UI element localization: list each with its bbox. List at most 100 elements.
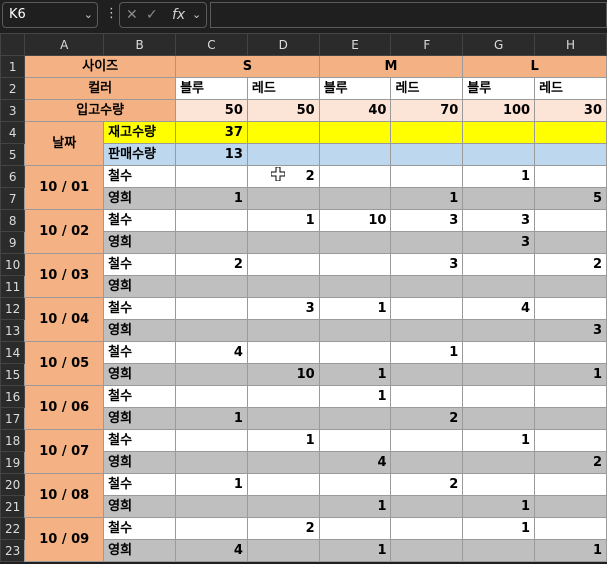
stock-in-cell[interactable]: 40 <box>318 99 392 122</box>
inventory-cell[interactable] <box>462 121 536 144</box>
value-cell[interactable] <box>462 363 536 386</box>
value-cell[interactable] <box>390 165 464 188</box>
value-cell[interactable] <box>534 165 607 188</box>
value-cell[interactable] <box>390 429 464 452</box>
color-cell[interactable]: 레드 <box>534 77 607 100</box>
row-header[interactable]: 11 <box>0 275 26 298</box>
row-header[interactable]: 7 <box>0 187 26 210</box>
value-cell[interactable]: 5 <box>534 187 607 210</box>
row-header[interactable]: 22 <box>0 517 26 540</box>
person-cell[interactable]: 영희 <box>103 407 177 430</box>
value-cell[interactable] <box>390 495 464 518</box>
row-header[interactable]: 6 <box>0 165 26 188</box>
value-cell[interactable] <box>175 275 248 298</box>
value-cell[interactable]: 2 <box>534 451 607 474</box>
value-cell[interactable] <box>462 539 536 562</box>
value-cell[interactable] <box>534 209 607 232</box>
sales-value-cell[interactable]: 13 <box>175 143 248 166</box>
value-cell[interactable] <box>462 319 536 342</box>
row-header[interactable]: 2 <box>0 77 26 100</box>
value-cell[interactable] <box>175 297 248 320</box>
size-label-cell[interactable]: 사이즈 <box>24 55 177 78</box>
value-cell[interactable]: 1 <box>246 209 320 232</box>
value-cell[interactable] <box>175 363 248 386</box>
value-cell[interactable] <box>246 539 320 562</box>
value-cell[interactable] <box>462 451 536 474</box>
date-cell[interactable]: 10 / 09 <box>24 517 105 562</box>
date-cell[interactable]: 10 / 04 <box>24 297 105 342</box>
value-cell[interactable] <box>462 385 536 408</box>
color-label-cell[interactable]: 컬러 <box>24 77 177 100</box>
value-cell[interactable] <box>462 253 536 276</box>
value-cell[interactable] <box>390 319 464 342</box>
person-cell[interactable]: 철수 <box>103 429 177 452</box>
value-cell[interactable]: 1 <box>175 187 248 210</box>
person-cell[interactable]: 철수 <box>103 165 177 188</box>
row-header[interactable]: 23 <box>0 539 26 562</box>
color-cell[interactable]: 블루 <box>175 77 248 100</box>
person-cell[interactable]: 철수 <box>103 385 177 408</box>
color-cell[interactable]: 블루 <box>462 77 536 100</box>
value-cell[interactable]: 1 <box>318 363 392 386</box>
value-cell[interactable] <box>246 231 320 254</box>
row-header[interactable]: 1 <box>0 55 26 78</box>
person-cell[interactable]: 영희 <box>103 187 177 210</box>
value-cell[interactable]: 1 <box>318 297 392 320</box>
value-cell[interactable] <box>534 495 607 518</box>
value-cell[interactable] <box>246 385 320 408</box>
sales-cell[interactable] <box>318 143 392 166</box>
value-cell[interactable] <box>246 187 320 210</box>
value-cell[interactable]: 1 <box>175 473 248 496</box>
date-label-cell[interactable]: 날짜 <box>24 121 105 166</box>
value-cell[interactable]: 1 <box>318 385 392 408</box>
value-cell[interactable]: 1 <box>318 495 392 518</box>
select-all-corner[interactable] <box>0 33 26 56</box>
value-cell[interactable] <box>318 231 392 254</box>
row-header[interactable]: 20 <box>0 473 26 496</box>
value-cell[interactable] <box>318 517 392 540</box>
value-cell[interactable] <box>390 363 464 386</box>
person-cell[interactable]: 영희 <box>103 539 177 562</box>
formula-input[interactable] <box>210 2 607 28</box>
size-cell[interactable]: M <box>318 55 464 78</box>
size-cell[interactable]: L <box>462 55 607 78</box>
inventory-cell[interactable] <box>534 121 607 144</box>
stock-in-cell[interactable]: 50 <box>175 99 248 122</box>
value-cell[interactable]: 1 <box>246 429 320 452</box>
confirm-icon[interactable]: ✓ <box>146 3 158 27</box>
person-cell[interactable]: 영희 <box>103 451 177 474</box>
row-header[interactable]: 21 <box>0 495 26 518</box>
date-cell[interactable]: 10 / 05 <box>24 341 105 386</box>
value-cell[interactable] <box>246 341 320 364</box>
person-cell[interactable]: 영희 <box>103 495 177 518</box>
color-cell[interactable]: 레드 <box>246 77 320 100</box>
value-cell[interactable] <box>175 319 248 342</box>
column-header[interactable]: D <box>246 33 320 56</box>
row-header[interactable]: 14 <box>0 341 26 364</box>
row-header[interactable]: 15 <box>0 363 26 386</box>
insert-function-button[interactable]: fx <box>172 3 185 27</box>
value-cell[interactable]: 3 <box>462 209 536 232</box>
value-cell[interactable]: 3 <box>246 297 320 320</box>
value-cell[interactable]: 3 <box>534 319 607 342</box>
stock-in-cell[interactable]: 70 <box>390 99 464 122</box>
value-cell[interactable]: 2 <box>175 253 248 276</box>
size-cell[interactable]: S <box>175 55 320 78</box>
value-cell[interactable]: 3 <box>390 253 464 276</box>
value-cell[interactable] <box>246 495 320 518</box>
person-cell[interactable]: 철수 <box>103 517 177 540</box>
person-cell[interactable]: 철수 <box>103 253 177 276</box>
sales-label-cell[interactable]: 판매수량 <box>103 143 177 166</box>
row-header[interactable]: 18 <box>0 429 26 452</box>
color-cell[interactable]: 레드 <box>390 77 464 100</box>
value-cell[interactable] <box>318 407 392 430</box>
value-cell[interactable] <box>534 275 607 298</box>
row-header[interactable]: 10 <box>0 253 26 276</box>
date-cell[interactable]: 10 / 01 <box>24 165 105 210</box>
value-cell[interactable]: 1 <box>462 165 536 188</box>
sales-cell[interactable] <box>534 143 607 166</box>
row-header[interactable]: 19 <box>0 451 26 474</box>
column-header[interactable]: F <box>390 33 464 56</box>
value-cell[interactable] <box>462 407 536 430</box>
value-cell[interactable] <box>534 407 607 430</box>
